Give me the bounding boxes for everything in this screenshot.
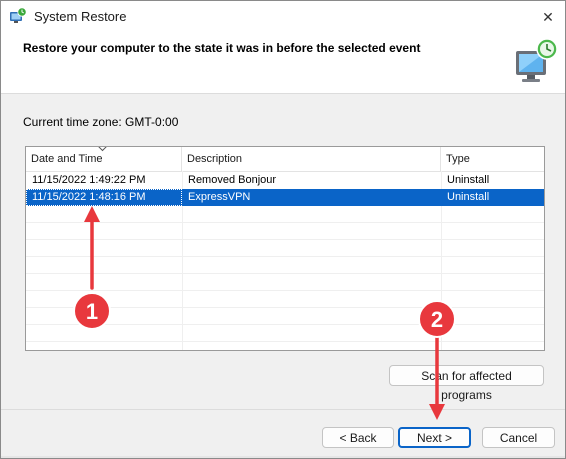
system-restore-icon bbox=[10, 7, 27, 23]
back-button[interactable]: < Back bbox=[322, 427, 394, 448]
close-icon: ✕ bbox=[542, 8, 554, 25]
scan-affected-programs-button[interactable]: Scan for affected programs bbox=[389, 365, 544, 402]
close-button[interactable]: ✕ bbox=[531, 1, 565, 33]
row-divider bbox=[26, 222, 544, 223]
page-title: Restore your computer to the state it wa… bbox=[23, 41, 421, 55]
column-header-description[interactable]: Description bbox=[182, 147, 441, 171]
row-divider bbox=[26, 341, 544, 342]
cell-type: Uninstall bbox=[447, 174, 490, 186]
cell-date: 11/15/2022 1:49:22 PM bbox=[32, 174, 146, 186]
row-divider bbox=[26, 239, 544, 240]
table-row[interactable]: 11/15/2022 1:49:22 PM Removed Bonjour Un… bbox=[26, 172, 544, 189]
title-bar: System Restore ✕ bbox=[1, 1, 565, 33]
restore-point-list[interactable]: Date and Time Description Type 11/15/202… bbox=[25, 146, 545, 351]
window-bottom-edge bbox=[1, 456, 565, 458]
row-divider bbox=[26, 256, 544, 257]
timezone-label: Current time zone: GMT-0:00 bbox=[23, 115, 179, 129]
row-divider bbox=[26, 307, 544, 308]
cell-description: ExpressVPN bbox=[188, 191, 251, 203]
system-restore-window: System Restore ✕ Restore your computer t… bbox=[0, 0, 566, 459]
row-divider bbox=[26, 324, 544, 325]
next-button[interactable]: Next > bbox=[398, 427, 471, 448]
cell-date: 11/15/2022 1:48:16 PM bbox=[32, 191, 146, 203]
column-header-date[interactable]: Date and Time bbox=[26, 147, 182, 171]
list-header: Date and Time Description Type bbox=[26, 147, 544, 172]
column-label-type: Type bbox=[446, 153, 470, 165]
cancel-button[interactable]: Cancel bbox=[482, 427, 555, 448]
footer-divider bbox=[1, 409, 565, 410]
column-label-date: Date and Time bbox=[31, 153, 103, 165]
row-divider bbox=[26, 273, 544, 274]
table-row-selected[interactable]: 11/15/2022 1:48:16 PM ExpressVPN Uninsta… bbox=[26, 189, 544, 206]
system-restore-monitor-icon bbox=[516, 38, 558, 82]
column-header-type[interactable]: Type bbox=[441, 147, 544, 171]
window-title: System Restore bbox=[34, 9, 127, 24]
column-label-description: Description bbox=[187, 153, 243, 165]
row-divider bbox=[26, 290, 544, 291]
wizard-header: Restore your computer to the state it wa… bbox=[1, 33, 565, 94]
cell-type: Uninstall bbox=[447, 191, 490, 203]
cell-description: Removed Bonjour bbox=[188, 174, 277, 186]
sort-descending-icon bbox=[98, 147, 107, 152]
